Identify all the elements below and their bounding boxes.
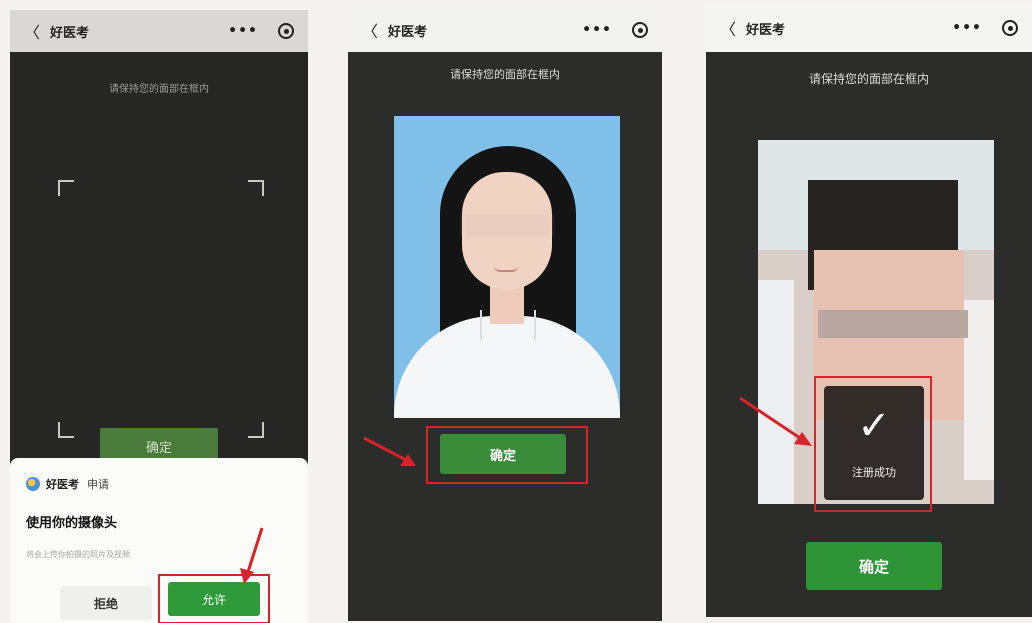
nav-bar: 〈 好医考 ••• bbox=[706, 4, 1032, 52]
allow-button[interactable]: 允许 bbox=[168, 582, 260, 616]
back-chevron-icon[interactable]: 〈 bbox=[362, 18, 378, 42]
screen-register-success: 〈 好医考 ••• 请保持您的面部在框内 ✓ 注册成功 确定 bbox=[706, 4, 1032, 617]
nav-bar: 〈 好医考 ••• bbox=[10, 10, 308, 52]
nav-title: 好医考 bbox=[388, 24, 428, 40]
confirm-button[interactable]: 确定 bbox=[806, 542, 942, 590]
red-arrow-icon bbox=[739, 396, 812, 446]
face-hint: 请保持您的面部在框内 bbox=[109, 84, 209, 95]
checkmark-icon: ✓ bbox=[857, 403, 891, 449]
camera-preview bbox=[10, 52, 308, 470]
nav-bar: 〈 好医考 ••• bbox=[348, 8, 662, 52]
nav-title: 好医考 bbox=[50, 25, 90, 41]
more-dots-icon[interactable]: ••• bbox=[952, 20, 982, 36]
face-hint: 请保持您的面部在框内 bbox=[450, 68, 560, 81]
red-arrow-icon bbox=[240, 527, 264, 584]
deny-button[interactable]: 拒绝 bbox=[60, 586, 152, 620]
face-hint: 请保持您的面部在框内 bbox=[808, 72, 929, 86]
back-chevron-icon[interactable]: 〈 bbox=[24, 19, 40, 43]
red-arrow-icon bbox=[363, 436, 416, 466]
target-circle-icon[interactable] bbox=[278, 23, 294, 39]
app-logo-icon bbox=[26, 477, 40, 491]
permission-app-name: 好医考 bbox=[46, 478, 79, 491]
frame-corner-bottom-left bbox=[58, 422, 74, 438]
frame-corner-top-right bbox=[248, 180, 264, 196]
permission-request-label: 申请 bbox=[87, 478, 109, 491]
back-chevron-icon[interactable]: 〈 bbox=[720, 16, 736, 40]
nav-title: 好医考 bbox=[746, 22, 786, 38]
more-dots-icon[interactable]: ••• bbox=[228, 23, 258, 39]
permission-app-row: 好医考 申请 bbox=[26, 476, 292, 492]
confirm-button[interactable]: 确定 bbox=[440, 434, 566, 474]
frame-corner-bottom-right bbox=[248, 422, 264, 438]
success-toast: ✓ 注册成功 bbox=[824, 386, 924, 500]
target-circle-icon[interactable] bbox=[1002, 20, 1018, 36]
target-circle-icon[interactable] bbox=[632, 22, 648, 38]
more-dots-icon[interactable]: ••• bbox=[582, 22, 612, 38]
frame-corner-top-left bbox=[58, 180, 74, 196]
captured-photo bbox=[394, 116, 620, 418]
screen-photo-confirm: 〈 好医考 ••• 请保持您的面部在框内 确定 bbox=[348, 8, 662, 621]
toast-message: 注册成功 bbox=[852, 466, 896, 479]
